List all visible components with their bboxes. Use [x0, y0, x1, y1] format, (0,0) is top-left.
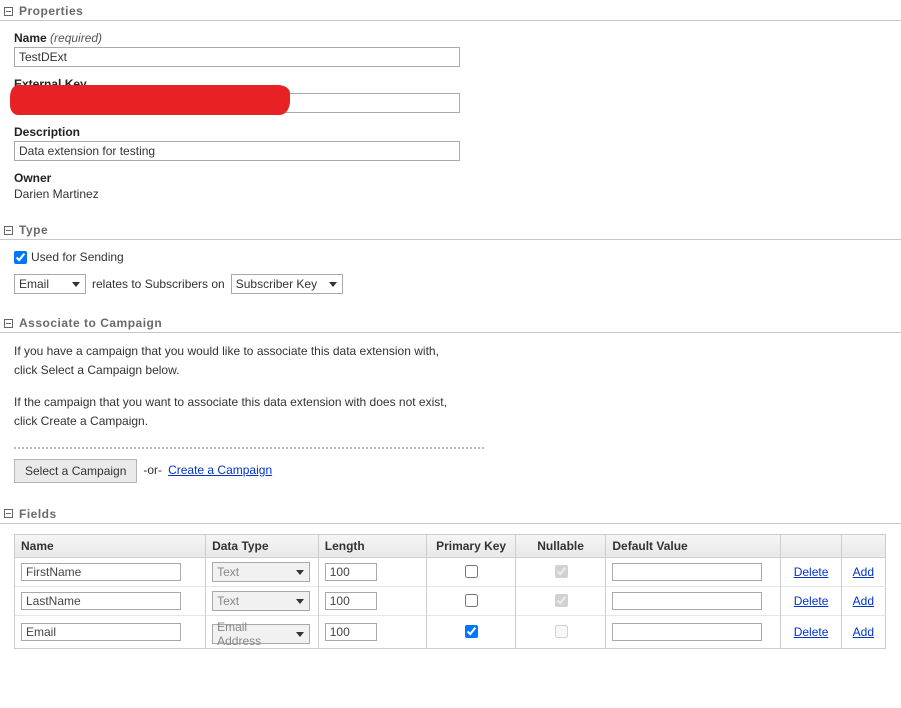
field-primarykey-checkbox[interactable] [465, 565, 478, 578]
name-label: Name (required) [14, 31, 901, 45]
properties-section: Properties Name (required) External Key … [0, 0, 901, 211]
field-default-input[interactable] [612, 623, 762, 641]
properties-header[interactable]: Properties [0, 0, 901, 21]
associate-header[interactable]: Associate to Campaign [0, 312, 901, 333]
field-name-input[interactable] [21, 563, 181, 581]
type-section: Type Used for Sending Email relates to S… [0, 219, 901, 304]
field-nullable-checkbox[interactable] [555, 594, 568, 607]
external-key-block: External Key [0, 77, 901, 125]
channel-select[interactable]: Email [14, 274, 86, 294]
field-delete-link[interactable]: Delete [794, 594, 829, 608]
select-campaign-button[interactable]: Select a Campaign [14, 459, 137, 483]
field-length-input[interactable] [325, 563, 377, 581]
col-datatype-header: Data Type [206, 534, 319, 557]
description-input[interactable] [14, 141, 460, 161]
fields-header-row: Name Data Type Length Primary Key Nullab… [15, 534, 886, 557]
properties-title: Properties [19, 4, 83, 18]
dotted-divider [14, 447, 484, 449]
field-default-input[interactable] [612, 592, 762, 610]
table-row: Text Delete Add [15, 586, 886, 615]
col-default-header: Default Value [606, 534, 781, 557]
field-delete-link[interactable]: Delete [794, 625, 829, 639]
col-delete-header [781, 534, 841, 557]
field-default-input[interactable] [612, 563, 762, 581]
field-add-link[interactable]: Add [853, 594, 874, 608]
owner-label: Owner [14, 171, 901, 185]
field-name-input[interactable] [21, 623, 181, 641]
description-block: Description [0, 125, 901, 171]
external-key-label: External Key [14, 77, 901, 91]
collapse-icon[interactable] [4, 319, 13, 328]
relates-text: relates to Subscribers on [92, 277, 225, 291]
field-length-input[interactable] [325, 623, 377, 641]
collapse-icon[interactable] [4, 7, 13, 16]
associate-section: Associate to Campaign If you have a camp… [0, 312, 901, 495]
field-length-input[interactable] [325, 592, 377, 610]
assoc-text-line3: If the campaign that you want to associa… [14, 394, 901, 411]
table-row: Email Address Delete Add [15, 615, 886, 648]
fields-section: Fields Name Data Type Length Primary Key… [0, 503, 901, 653]
subscriber-relation-select[interactable]: Subscriber Key [231, 274, 343, 294]
field-nullable-checkbox[interactable] [555, 565, 568, 578]
external-key-input[interactable] [14, 93, 460, 113]
field-add-link[interactable]: Add [853, 625, 874, 639]
field-datatype-select[interactable]: Text [212, 591, 310, 611]
assoc-text-line4: click Create a Campaign. [14, 413, 901, 430]
col-add-header [841, 534, 885, 557]
or-text: -or- [143, 462, 162, 479]
fields-title: Fields [19, 507, 57, 521]
used-for-sending-checkbox[interactable] [14, 251, 27, 264]
type-header[interactable]: Type [0, 219, 901, 240]
associate-title: Associate to Campaign [19, 316, 162, 330]
col-primarykey-header: Primary Key [427, 534, 516, 557]
assoc-text-line2: click Select a Campaign below. [14, 362, 901, 379]
col-length-header: Length [318, 534, 427, 557]
assoc-text-line1: If you have a campaign that you would li… [14, 343, 901, 360]
description-label: Description [14, 125, 901, 139]
type-title: Type [19, 223, 48, 237]
field-primarykey-checkbox[interactable] [465, 625, 478, 638]
fields-header[interactable]: Fields [0, 503, 901, 524]
collapse-icon[interactable] [4, 226, 13, 235]
field-datatype-select[interactable]: Email Address [212, 624, 310, 644]
table-row: Text Delete Add [15, 557, 886, 586]
name-block: Name (required) [0, 31, 901, 77]
used-for-sending-label: Used for Sending [31, 250, 124, 264]
used-for-sending-row: Used for Sending [14, 250, 901, 264]
field-datatype-select[interactable]: Text [212, 562, 310, 582]
field-add-link[interactable]: Add [853, 565, 874, 579]
name-input[interactable] [14, 47, 460, 67]
collapse-icon[interactable] [4, 509, 13, 518]
col-name-header: Name [15, 534, 206, 557]
col-nullable-header: Nullable [515, 534, 606, 557]
field-delete-link[interactable]: Delete [794, 565, 829, 579]
owner-block: Owner Darien Martinez [0, 171, 901, 211]
field-primarykey-checkbox[interactable] [465, 594, 478, 607]
field-name-input[interactable] [21, 592, 181, 610]
relate-row: Email relates to Subscribers on Subscrib… [14, 274, 901, 294]
create-campaign-link[interactable]: Create a Campaign [168, 462, 272, 479]
fields-table: Name Data Type Length Primary Key Nullab… [14, 534, 886, 649]
field-nullable-checkbox[interactable] [555, 625, 568, 638]
owner-value: Darien Martinez [14, 187, 901, 201]
